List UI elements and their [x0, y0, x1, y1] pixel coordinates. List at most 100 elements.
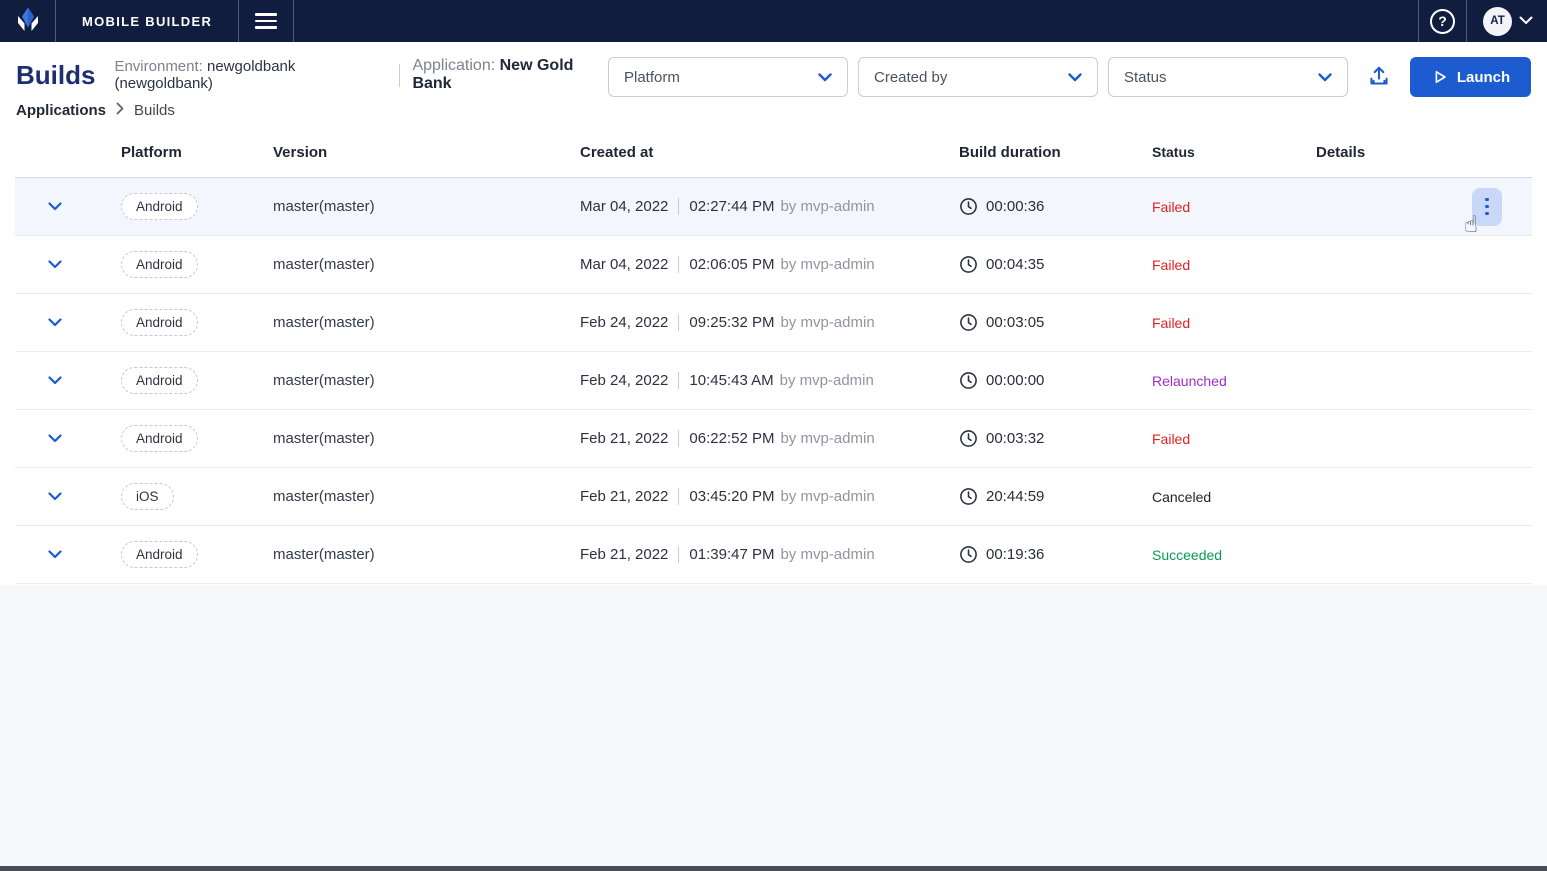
platform-badge: Android: [121, 193, 198, 220]
app-logo[interactable]: [0, 0, 56, 42]
created-time: 02:27:44 PM: [689, 198, 774, 215]
table-row: Android master(master) Feb 24, 2022 10:4…: [15, 352, 1532, 410]
table-header-row: Platform Version Created at Build durati…: [15, 127, 1532, 178]
created-time: 06:22:52 PM: [689, 430, 774, 447]
created-date: Feb 24, 2022: [580, 314, 668, 331]
version-text: master(master): [273, 314, 580, 331]
chevron-down-icon: [1519, 12, 1533, 30]
column-header-details: Details: [1316, 144, 1533, 161]
date-time-divider: [678, 546, 679, 563]
created-time: 09:25:32 PM: [689, 314, 774, 331]
clock-icon: [959, 197, 978, 216]
help-button[interactable]: ?: [1418, 0, 1466, 42]
launch-label: Launch: [1457, 69, 1510, 86]
version-text: master(master): [273, 430, 580, 447]
column-header-status: Status: [1144, 144, 1316, 160]
expand-row-button[interactable]: [46, 200, 64, 213]
upload-icon: [1366, 64, 1392, 90]
created-at-cell: Feb 24, 2022 10:45:43 AM by mvp-admin: [580, 372, 959, 389]
navbar-spacer: [294, 0, 1418, 42]
created-at-cell: Feb 21, 2022 03:45:20 PM by mvp-admin: [580, 488, 959, 505]
date-time-divider: [678, 430, 679, 447]
duration-text: 00:03:32: [986, 430, 1044, 447]
created-at-cell: Mar 04, 2022 02:06:05 PM by mvp-admin: [580, 256, 959, 273]
bottom-scrollbar[interactable]: [0, 866, 1547, 871]
brand-title: MOBILE BUILDER: [82, 14, 212, 29]
version-text: master(master): [273, 488, 580, 505]
created-time: 02:06:05 PM: [689, 256, 774, 273]
help-icon: ?: [1430, 9, 1455, 34]
created-date: Mar 04, 2022: [580, 198, 668, 215]
column-header-created-at: Created at: [580, 144, 959, 161]
column-header-platform: Platform: [121, 144, 273, 161]
chevron-down-icon: [48, 492, 62, 501]
status-filter-label: Status: [1124, 69, 1167, 86]
table-row: Android master(master) Mar 04, 2022 02:0…: [15, 236, 1532, 294]
user-menu[interactable]: AT: [1466, 0, 1547, 42]
top-navbar: MOBILE BUILDER ? AT: [0, 0, 1547, 42]
expand-row-button[interactable]: [46, 490, 64, 503]
created-date: Mar 04, 2022: [580, 256, 668, 273]
table-row: Android master(master) Mar 04, 2022 02:2…: [15, 178, 1532, 236]
expand-row-button[interactable]: [46, 548, 64, 561]
breadcrumb-chevron-icon: [116, 102, 124, 119]
version-text: master(master): [273, 256, 580, 273]
platform-filter-dropdown[interactable]: Platform: [608, 57, 848, 97]
table-body: Android master(master) Mar 04, 2022 02:2…: [15, 178, 1532, 584]
builds-table: Platform Version Created at Build durati…: [15, 127, 1532, 584]
chevron-down-icon: [48, 434, 62, 443]
clock-icon: [959, 487, 978, 506]
page-title: Builds: [16, 62, 95, 88]
version-text: master(master): [273, 546, 580, 563]
menu-button[interactable]: [239, 0, 294, 42]
version-text: master(master): [273, 372, 580, 389]
table-row: Android master(master) Feb 21, 2022 01:3…: [15, 526, 1532, 584]
created-by-text: by mvp-admin: [780, 256, 874, 273]
date-time-divider: [678, 314, 679, 331]
duration-text: 00:00:00: [986, 372, 1044, 389]
created-at-cell: Mar 04, 2022 02:27:44 PM by mvp-admin: [580, 198, 959, 215]
clock-icon: [959, 545, 978, 564]
status-badge: Failed: [1152, 431, 1190, 447]
build-duration-cell: 20:44:59: [959, 487, 1144, 506]
column-header-build-duration: Build duration: [959, 144, 1144, 161]
expand-row-button[interactable]: [46, 374, 64, 387]
duration-text: 00:19:36: [986, 546, 1044, 563]
build-duration-cell: 00:03:05: [959, 313, 1144, 332]
chevron-down-icon: [48, 202, 62, 211]
created-by-text: by mvp-admin: [780, 546, 874, 563]
page-content: Builds Environment: newgoldbank (newgold…: [0, 42, 1547, 585]
brand-title-area: MOBILE BUILDER: [56, 0, 239, 42]
environment-label: Environment:: [114, 58, 202, 75]
expand-row-button[interactable]: [46, 258, 64, 271]
date-time-divider: [678, 488, 679, 505]
created-date: Feb 24, 2022: [580, 372, 668, 389]
application-label: Application:: [412, 57, 495, 74]
breadcrumb-applications[interactable]: Applications: [16, 102, 106, 119]
version-text: master(master): [273, 198, 580, 215]
created-by-filter-dropdown[interactable]: Created by: [858, 57, 1098, 97]
status-filter-dropdown[interactable]: Status: [1108, 57, 1348, 97]
platform-badge: iOS: [121, 483, 174, 510]
expand-row-button[interactable]: [46, 432, 64, 445]
clock-icon: [959, 255, 978, 274]
created-date: Feb 21, 2022: [580, 488, 668, 505]
created-time: 03:45:20 PM: [689, 488, 774, 505]
duration-text: 00:03:05: [986, 314, 1044, 331]
launch-button[interactable]: Launch: [1410, 57, 1531, 97]
header-divider: [399, 64, 400, 87]
created-by-text: by mvp-admin: [780, 372, 874, 389]
created-date: Feb 21, 2022: [580, 430, 668, 447]
build-duration-cell: 00:19:36: [959, 545, 1144, 564]
play-icon: [1431, 68, 1449, 86]
row-actions-kebab-button[interactable]: [1472, 188, 1502, 226]
chevron-down-icon: [48, 318, 62, 327]
platform-badge: Android: [121, 367, 198, 394]
chevron-down-icon: [48, 376, 62, 385]
duration-text: 00:00:36: [986, 198, 1044, 215]
clock-icon: [959, 371, 978, 390]
expand-row-button[interactable]: [46, 316, 64, 329]
created-time: 01:39:47 PM: [689, 546, 774, 563]
chevron-down-icon: [1318, 73, 1332, 82]
upload-button[interactable]: [1360, 58, 1398, 96]
